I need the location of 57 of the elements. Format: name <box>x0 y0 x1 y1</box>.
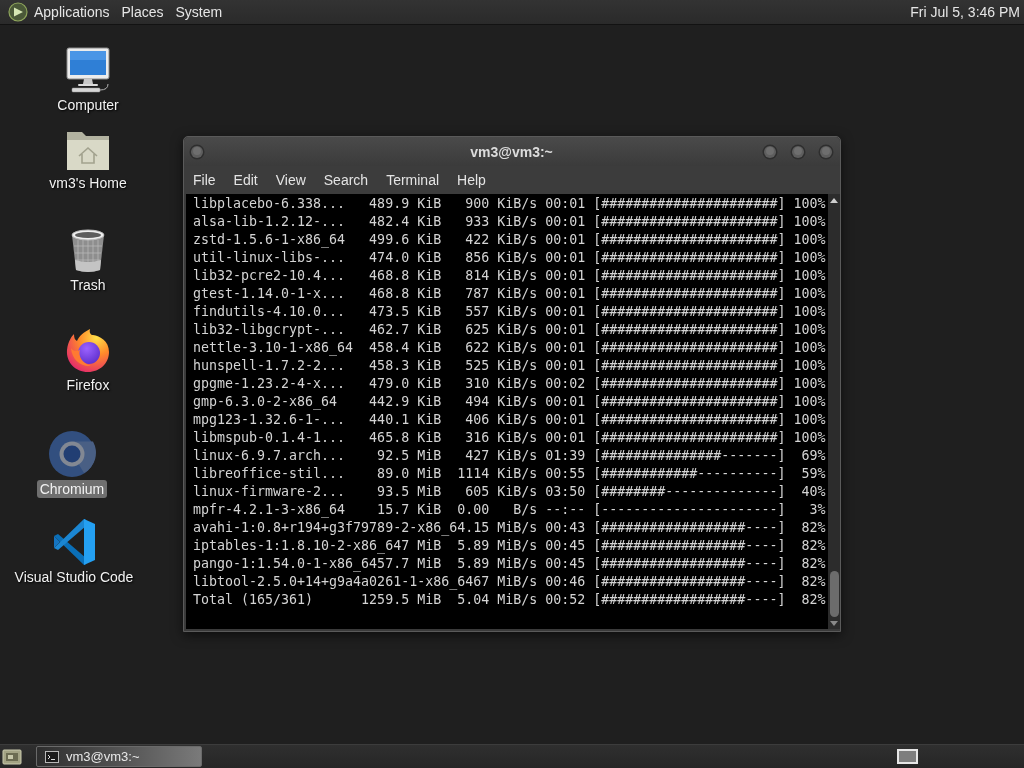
menu-item[interactable]: Help <box>448 168 495 192</box>
taskbar-button[interactable]: vm3@vm3:~ <box>36 746 202 767</box>
terminal-line: libreoffice-stil... 89.0 MiB 1114 KiB/s 00:55 [############----------] 59% <box>193 465 826 483</box>
terminal-line: findutils-4.10.0... 473.5 KiB 557 KiB/s 00:01 [######################] 100% <box>193 303 826 321</box>
terminal-line: nettle-3.10-1-x86_64 458.4 KiB 622 KiB/s 00:01 [######################] 100% <box>193 339 826 357</box>
terminal-line: linux-firmware-2... 93.5 MiB 605 KiB/s 03:50 [########--------------] 40% <box>193 483 826 501</box>
panel-menu[interactable]: System <box>169 1 229 23</box>
desktop-icon-label[interactable]: Chromium <box>36 480 108 498</box>
scrollbar-track[interactable] <box>828 194 840 629</box>
terminal-line: lib32-libgcrypt-... 462.7 KiB 625 KiB/s 00:01 [######################] 100% <box>193 321 826 339</box>
round-button-icon[interactable] <box>818 143 834 160</box>
ribbon-logo-icon[interactable] <box>51 518 97 566</box>
scrollbar-thumb[interactable] <box>829 571 839 617</box>
fox-globe-icon[interactable] <box>64 326 112 374</box>
desktop-screen-icon[interactable] <box>2 747 22 766</box>
menu-item[interactable]: File <box>184 168 225 192</box>
panel-menu[interactable]: Places <box>115 1 170 23</box>
panel-clock[interactable]: Fri Jul 5, 3:46 PM <box>906 1 1024 23</box>
terminal-line: gmp-6.3.0-2-x86_64 442.9 KiB 494 KiB/s 00:01 [######################] 100% <box>193 393 826 411</box>
menu-item[interactable]: Terminal <box>377 168 449 192</box>
round-button-icon[interactable] <box>790 143 806 160</box>
terminal-line: alsa-lib-1.2.12-... 482.4 KiB 933 KiB/s 00:01 [######################] 100% <box>193 213 826 231</box>
terminal-line: iptables-1:1.8.10-2-x86_647 MiB 5.89 MiB/s 00:45 [##################----] 82% <box>193 537 826 555</box>
terminal-line: gtest-1.14.0-1-x... 468.8 KiB 787 KiB/s 00:01 [######################] 100% <box>193 285 826 303</box>
panel-menu[interactable]: Applications <box>28 1 116 23</box>
terminal-line: zstd-1.5.6-1-x86_64 499.6 KiB 422 KiB/s 00:01 [######################] 100% <box>193 231 826 249</box>
round-button-icon[interactable] <box>189 143 205 160</box>
desktop-icon-label[interactable]: Firefox <box>63 376 113 394</box>
window-title: vm3@vm3:~ <box>470 143 553 160</box>
desktop-icon-label[interactable]: Trash <box>67 276 109 294</box>
terminal-icon <box>45 750 59 763</box>
menu-item[interactable]: Search <box>314 168 378 192</box>
terminal-line: lib32-pcre2-10.4... 468.8 KiB 814 KiB/s 00:01 [######################] 100% <box>193 267 826 285</box>
scroll-down-arrow-icon[interactable] <box>830 621 838 626</box>
workspace-button[interactable] <box>897 749 918 764</box>
terminal-line: libplacebo-6.338... 489.9 KiB 900 KiB/s 00:01 [######################] 100% <box>193 195 826 213</box>
round-button-icon[interactable] <box>762 143 778 160</box>
terminal-line: mpg123-1.32.6-1-... 440.1 KiB 406 KiB/s 00:01 [######################] 100% <box>193 411 826 429</box>
desktop-icon-label[interactable]: vm3's Home <box>46 174 130 192</box>
terminal-line: gpgme-1.23.2-4-x... 479.0 KiB 310 KiB/s 00:02 [######################] 100% <box>193 375 826 393</box>
menu-item[interactable]: Edit <box>224 168 267 192</box>
terminal-line: avahi-1:0.8+r194+g3f79789-2-x86_64.15 MiB/s 00:43 [##################----] 82% <box>193 519 826 537</box>
terminal-line: hunspell-1.7.2-2... 458.3 KiB 525 KiB/s 00:01 [######################] 100% <box>193 357 826 375</box>
menu-item[interactable]: View <box>266 168 315 192</box>
terminal-line: libtool-2.5.0+14+g9a4a0261-1-x86_6467 MiB/s 00:46 [##################----] 82% <box>193 573 826 591</box>
monitor-icon[interactable] <box>64 46 112 94</box>
terminal-line: linux-6.9.7.arch... 92.5 MiB 427 KiB/s 01:39 [###############-------] 69% <box>193 447 826 465</box>
terminal-line: Total (165/361) 1259.5 MiB 5.04 MiB/s 00:52 [##################----] 82% <box>193 591 826 609</box>
ring-browser-icon[interactable] <box>48 430 96 478</box>
desktop-icon-label[interactable]: Computer <box>54 96 122 114</box>
terminal-line: libmspub-0.1.4-1... 465.8 KiB 316 KiB/s 00:01 [######################] 100% <box>193 429 826 447</box>
menu-logo-icon[interactable] <box>8 2 28 22</box>
terminal-line: mpfr-4.2.1-3-x86_64 15.7 KiB 0.00 B/s --:-- [----------------------] 3% <box>193 501 826 519</box>
scroll-up-arrow-icon[interactable] <box>830 198 838 203</box>
terminal-line: pango-1:1.54.0-1-x86_6457.7 MiB 5.89 MiB/s 00:45 [##################----] 82% <box>193 555 826 573</box>
terminal-line: util-linux-libs-... 474.0 KiB 856 KiB/s 00:01 [######################] 100% <box>193 249 826 267</box>
desktop-icon-label[interactable]: Visual Studio Code <box>11 568 137 586</box>
